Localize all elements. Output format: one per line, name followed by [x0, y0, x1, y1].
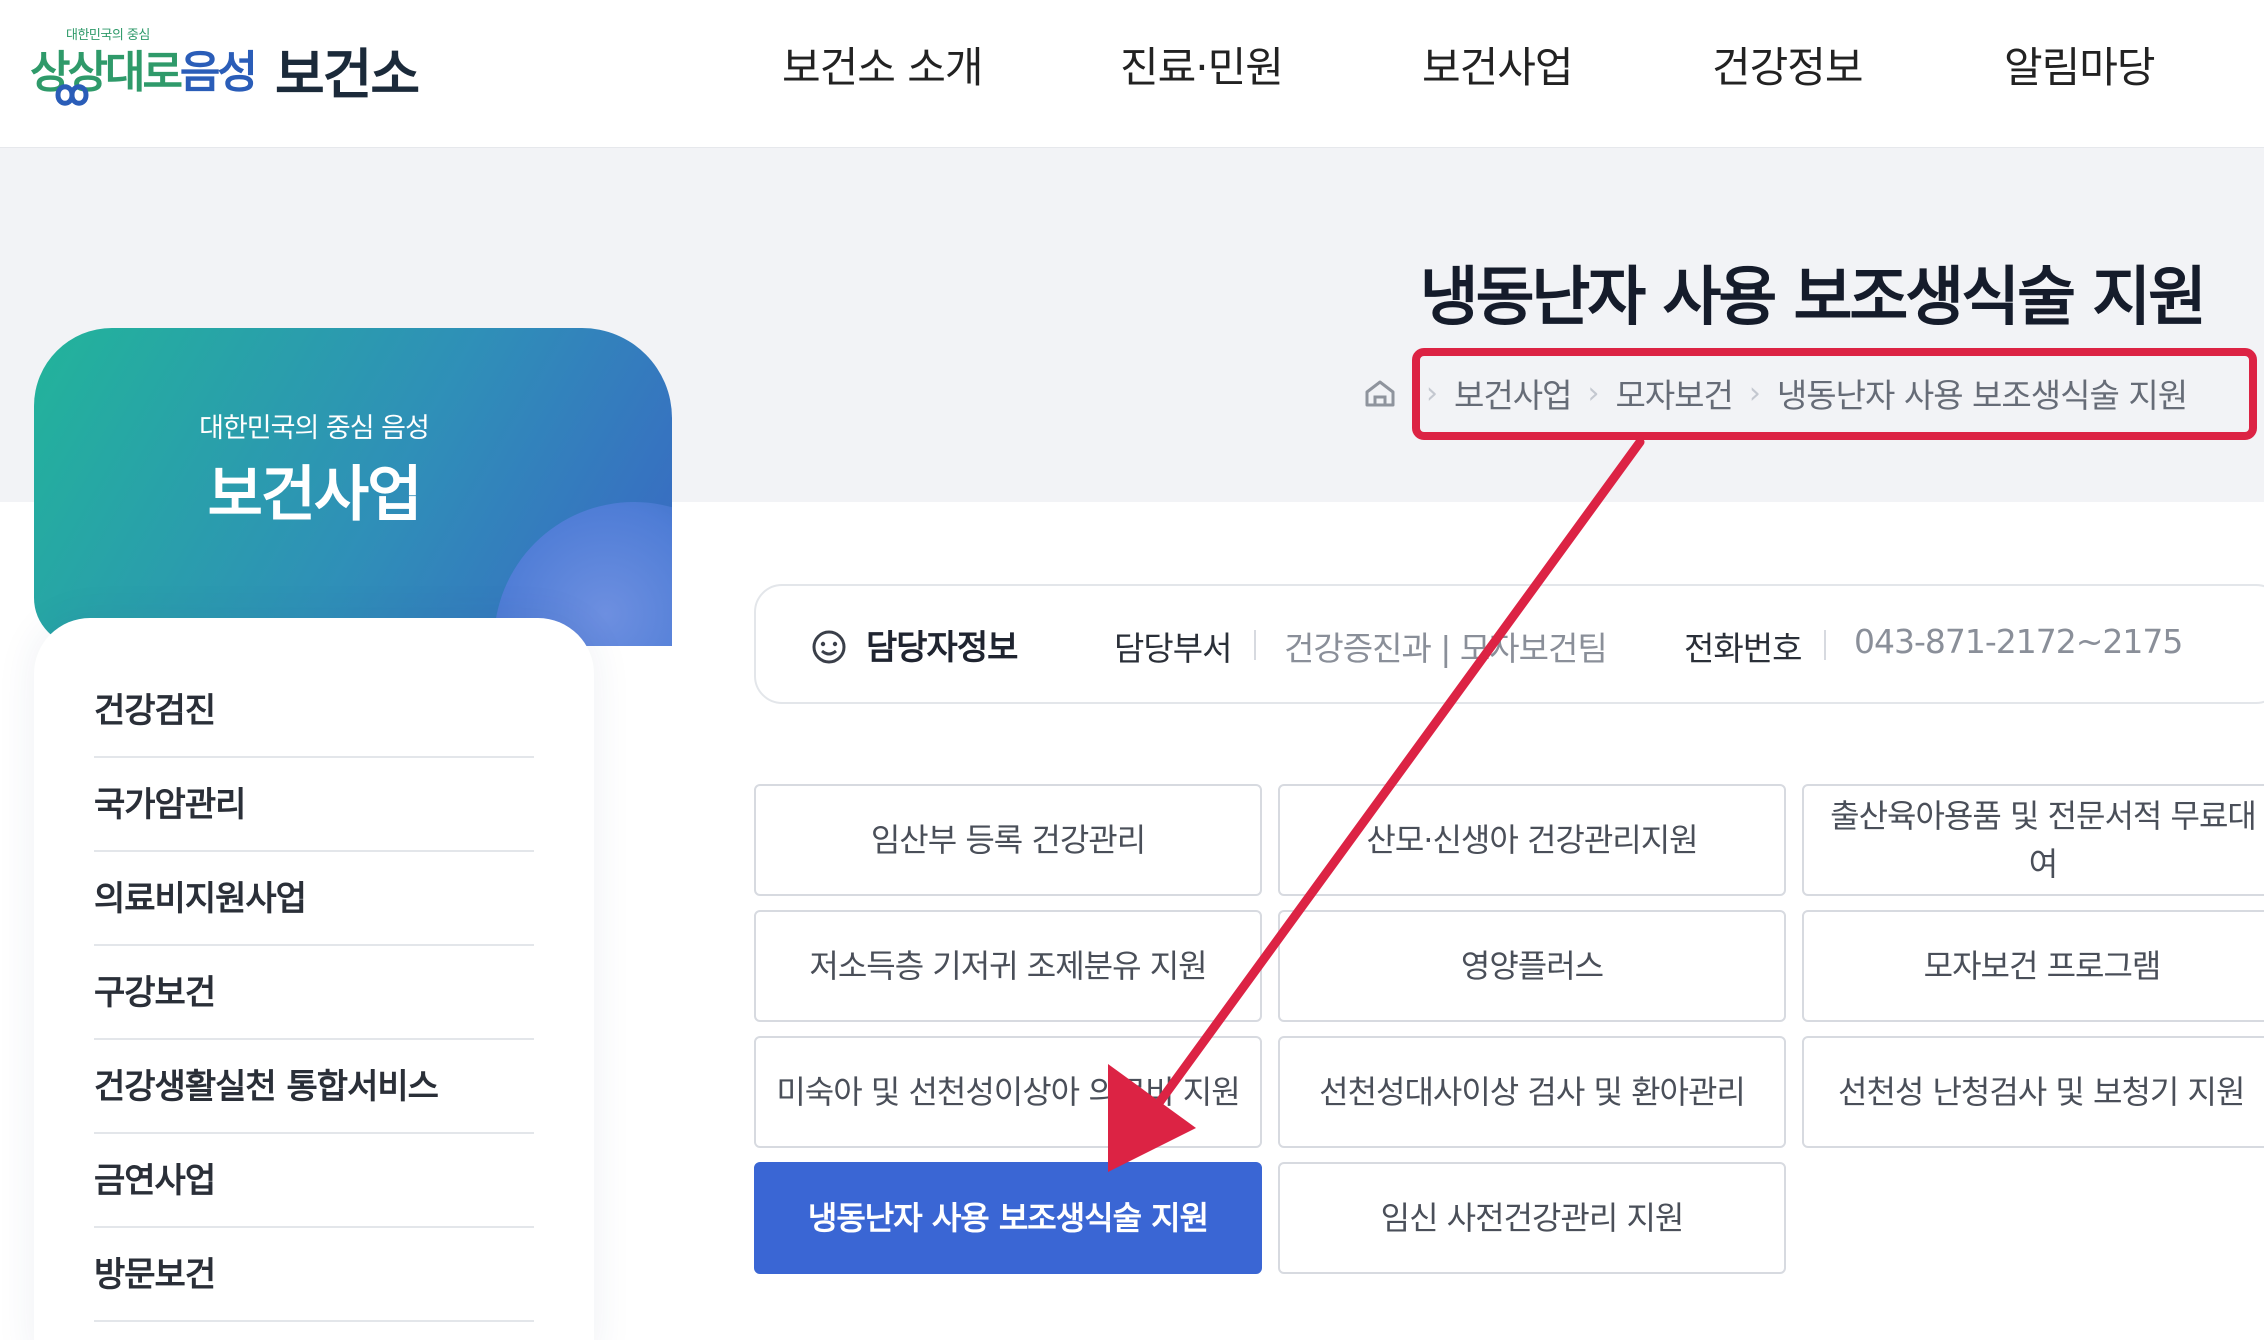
submenu-baby-supplies[interactable]: 출산육아용품 및 전문서적 무료대여 [1802, 784, 2264, 896]
main-nav: 보건소 소개 진료·민원 보건사업 건강정보 알림마당 [0, 0, 2264, 120]
contact-info: 담당자정보 담당부서 건강증진과 | 모자보건팀 전화번호 043-871-21… [754, 584, 2264, 704]
sidebar-item-visiting-health[interactable]: 방문보건 [94, 1228, 534, 1322]
sidebar-title: 보건사업 [207, 460, 423, 530]
sidebar-item-medical-support[interactable]: 의료비지원사업 [94, 852, 534, 946]
nav-item-about[interactable]: 보건소 소개 [782, 34, 984, 95]
sidebar-item-oral-health[interactable]: 구강보건 [94, 946, 534, 1040]
divider [1254, 630, 1256, 660]
annotation-highlight-box [1412, 348, 2257, 440]
contact-label: 담당자정보 [866, 628, 1018, 668]
department-value: 건강증진과 | 모자보건팀 [1284, 629, 1608, 668]
phone-label: 전화번호 [1684, 629, 1802, 668]
sidebar-item-health-checkup[interactable]: 건강검진 [94, 664, 534, 758]
sidebar-item-cancer[interactable]: 국가암관리 [94, 758, 534, 852]
smile-icon [812, 630, 846, 664]
phone-value: 043-871-2172~2175 [1854, 622, 2183, 661]
nav-item-clinic[interactable]: 진료·민원 [1120, 34, 1284, 95]
nav-item-health-programs[interactable]: 보건사업 [1422, 34, 1574, 95]
nav-item-notices[interactable]: 알림마당 [2004, 34, 2156, 95]
sidebar-item-healthy-living[interactable]: 건강생활실천 통합서비스 [94, 1040, 534, 1134]
submenu-nutrition-plus[interactable]: 영양플러스 [1278, 910, 1786, 1022]
submenu-hearing-test[interactable]: 선천성 난청검사 및 보청기 지원 [1802, 1036, 2264, 1148]
divider [1824, 630, 1826, 660]
site-header: 대한민국의 중심 상상대로음성 보건소 보건소 소개 진료·민원 보건사업 건강… [0, 0, 2264, 148]
submenu-maternal-program[interactable]: 모자보건 프로그램 [1802, 910, 2264, 1022]
submenu-pregnant-registration[interactable]: 임산부 등록 건강관리 [754, 784, 1262, 896]
sidebar-item-smoking-cessation[interactable]: 금연사업 [94, 1134, 534, 1228]
submenu-preconception-care[interactable]: 임신 사전건강관리 지원 [1278, 1162, 1786, 1274]
page-title: 냉동난자 사용 보조생식술 지원 [1419, 261, 2207, 335]
sidebar-subtitle: 대한민국의 중심 음성 [199, 413, 430, 444]
submenu-premature-support[interactable]: 미숙아 및 선천성이상아 의료비 지원 [754, 1036, 1262, 1148]
department-label: 담당부서 [1114, 629, 1232, 668]
submenu-metabolic-test[interactable]: 선천성대사이상 검사 및 환아관리 [1278, 1036, 1786, 1148]
home-icon[interactable] [1362, 375, 1398, 411]
sidebar-menu: 건강검진 국가암관리 의료비지원사업 구강보건 건강생활실천 통합서비스 금연사… [34, 618, 594, 1340]
submenu-frozen-egg-art[interactable]: 냉동난자 사용 보조생식술 지원 [754, 1162, 1262, 1274]
submenu-diaper-formula[interactable]: 저소득층 기저귀 조제분유 지원 [754, 910, 1262, 1022]
submenu-postpartum-care[interactable]: 산모·신생아 건강관리지원 [1278, 784, 1786, 896]
nav-item-health-info[interactable]: 건강정보 [1712, 34, 1864, 95]
